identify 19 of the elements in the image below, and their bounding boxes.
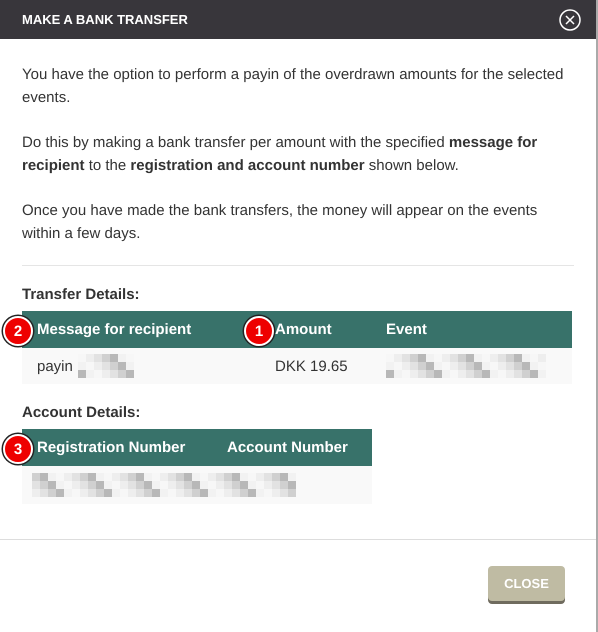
- column-header: Message for recipient: [37, 321, 192, 338]
- section-heading: Account Details:: [22, 404, 142, 421]
- column-header: Amount: [275, 321, 332, 338]
- close-icon[interactable]: [559, 8, 581, 30]
- table-cell: DKK 19.65: [275, 358, 348, 375]
- close-button[interactable]: CLOSE: [488, 566, 565, 601]
- column-header: Event: [386, 321, 427, 338]
- column-header: Account Number: [227, 439, 348, 456]
- section-heading: Transfer Details:: [22, 286, 141, 303]
- number-badge: 2: [3, 316, 33, 346]
- number-badge: 3: [3, 434, 33, 464]
- paragraph: Once you have made the bank transfers, the money will appear on the events within a few days.: [22, 201, 538, 244]
- redacted-text: [78, 354, 134, 378]
- table-cell: payin: [37, 358, 73, 374]
- column-header: Registration Number: [37, 439, 186, 456]
- paragraph: Do this by making a bank transfer per amount with the specified message for recipient to the registration and account number shown below.: [22, 133, 538, 176]
- dialog-title: MAKE A BANK TRANSFER: [22, 12, 188, 27]
- paragraph: You have the option to perform a payin of the overdrawn amounts for the selected events.: [22, 65, 564, 108]
- number-badge: 1: [244, 316, 274, 346]
